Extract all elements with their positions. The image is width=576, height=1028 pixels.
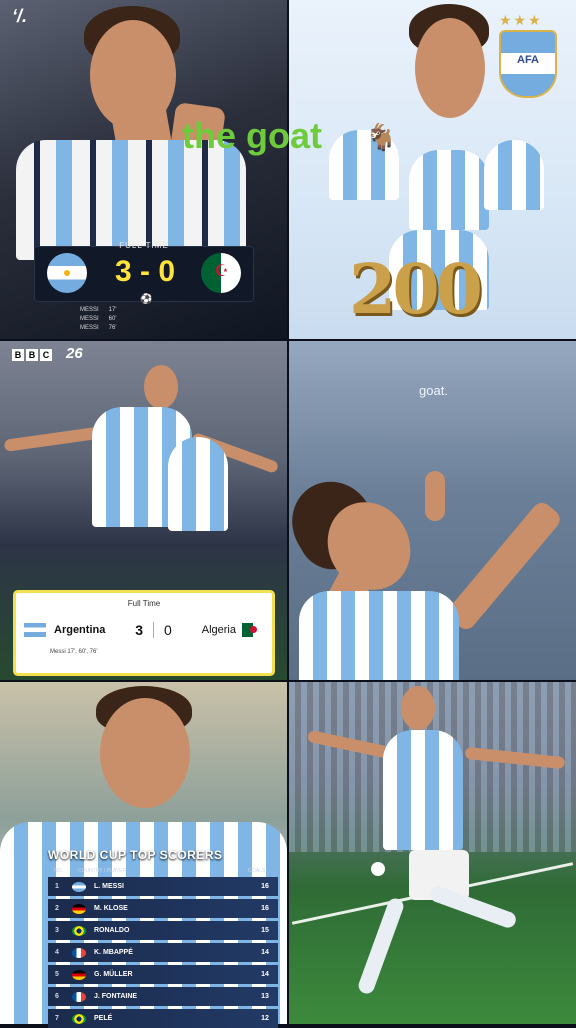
poster-200-panel: ★★★ AFA 200 — [289, 0, 576, 339]
algeria-flag-icon — [201, 253, 241, 293]
world-cup-26-logo: 26 — [66, 345, 83, 362]
player-arm — [444, 498, 564, 634]
algeria-flag-icon — [242, 623, 264, 637]
teammate-jersey — [409, 150, 489, 230]
brazil-flag-icon — [72, 925, 86, 936]
table-row: 4 K. MBAPPÉ 14 — [48, 943, 278, 962]
table-row: 5 G. MÜLLER 14 — [48, 965, 278, 984]
full-time-label: Full Time — [127, 599, 161, 608]
teammate-jersey — [168, 437, 228, 531]
away-team: Algeria — [201, 624, 236, 636]
pointing-finger — [425, 471, 445, 521]
away-score: 0 — [164, 622, 172, 638]
player-jersey — [383, 730, 463, 850]
score-row: Argentina 3 0 Algeria — [24, 619, 264, 641]
number-200: 200 — [349, 250, 483, 330]
pointing-up-panel: goat. — [289, 341, 576, 680]
score-separator: - — [140, 255, 150, 288]
table-row: 3 RONALDO 15 — [48, 921, 278, 940]
full-time-label: FULL TIME — [119, 241, 169, 250]
the-goat-caption: the goat — [182, 115, 322, 156]
home-team: Argentina — [54, 624, 106, 636]
ball-icon — [371, 862, 385, 876]
scorers-list: MESSI 17' MESSI 60' MESSI 76' — [80, 306, 117, 333]
away-score: 0 — [158, 255, 176, 288]
table-row: 1 L. MESSI 16 — [48, 877, 278, 896]
player-leg — [427, 884, 519, 930]
afa-crest: AFA — [499, 30, 557, 98]
argentina-flag-icon — [47, 253, 87, 293]
argentina-flag-icon — [72, 881, 86, 892]
scorers-table: WORLD CUP TOP SCORERS NO. COUNTRY / PLAY… — [48, 848, 278, 1028]
player-head — [401, 686, 435, 730]
germany-flag-icon — [72, 903, 86, 914]
goat-watermark: goat. — [419, 383, 448, 398]
stars-icon: ★★★ — [499, 12, 543, 28]
ball-icon: ⚽ — [140, 294, 153, 305]
match-score: 3 - 0 — [109, 255, 181, 289]
player-arm — [3, 426, 105, 452]
table-title: WORLD CUP TOP SCORERS — [48, 848, 223, 862]
score-card: Full Time Argentina 3 0 Algeria Messi 17… — [16, 593, 272, 673]
table-row: 7 PELÉ 12 — [48, 1009, 278, 1028]
scorers-text: Messi 17', 60', 76' — [50, 649, 98, 655]
running-celebration-panel — [289, 682, 576, 1024]
player-leg — [356, 896, 406, 996]
argentina-flag-icon — [24, 623, 46, 637]
home-score: 3 — [114, 255, 132, 288]
crest-text: AFA — [517, 54, 539, 66]
home-score: 3 — [135, 622, 144, 638]
scorer-row: MESSI 17' — [80, 307, 117, 313]
france-flag-icon — [72, 947, 86, 958]
player-jersey — [299, 591, 459, 680]
photo-messi-kiss-panel: ʻ/. FULL TIME 3 - 0 ⚽ MESSI17' MESSI60' … — [0, 0, 287, 339]
scorer-row: MESSI 76' — [80, 325, 117, 331]
player-head — [100, 698, 190, 808]
france-flag-icon — [72, 991, 86, 1002]
brand-logo: ʻ/. — [12, 6, 28, 26]
divider — [153, 622, 155, 638]
table-header: NO. COUNTRY / PLAYER GOALS — [54, 868, 266, 874]
germany-flag-icon — [72, 969, 86, 980]
goat-icon: 🐐 — [365, 122, 398, 152]
bbc-logo: BBC — [12, 349, 52, 361]
table-row: 2 M. KLOSE 16 — [48, 899, 278, 918]
brazil-flag-icon — [72, 1013, 86, 1024]
table-row: 6 J. FONTAINE 13 — [48, 987, 278, 1006]
celebration-panel: BBC 26 Full Time Argentina 3 0 Algeria M… — [0, 341, 287, 680]
player-head — [415, 18, 485, 118]
scorer-row: MESSI 60' — [80, 316, 117, 322]
player-head — [144, 365, 178, 409]
teammate-jersey — [484, 140, 544, 210]
